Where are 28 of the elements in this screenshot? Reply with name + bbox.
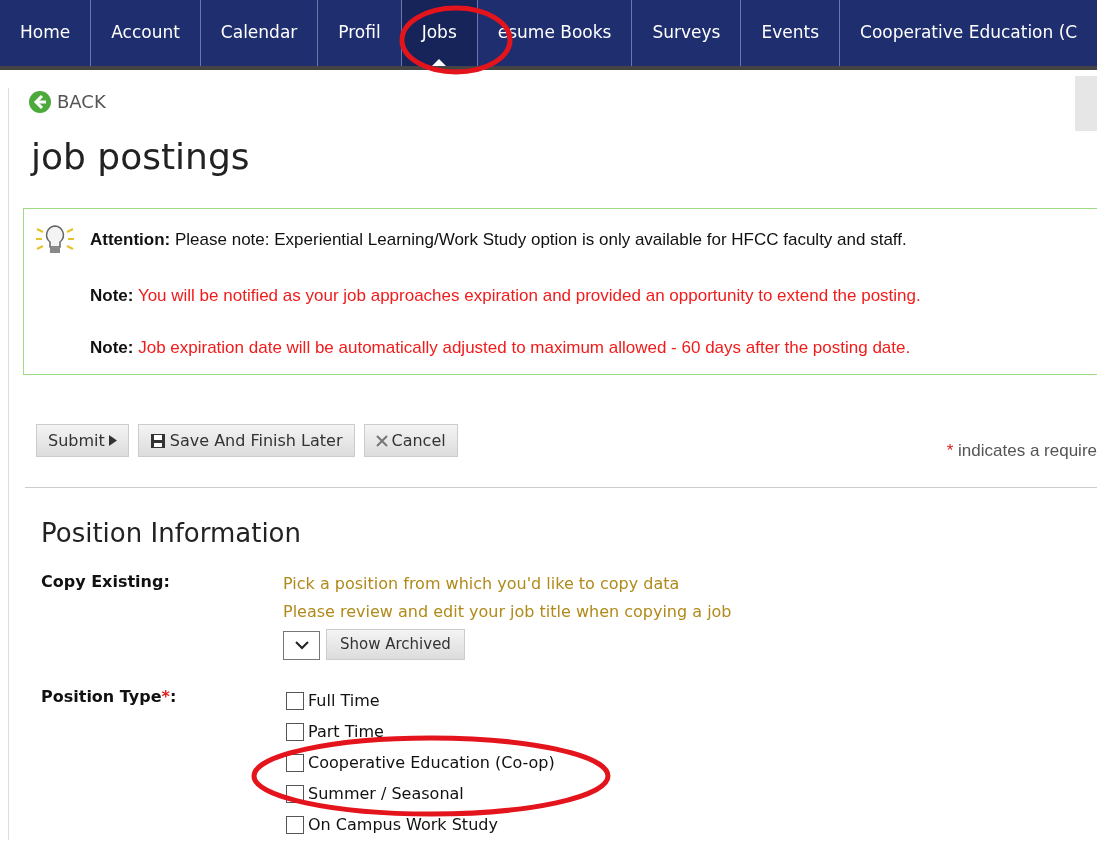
selected-tab-caret-icon xyxy=(431,59,448,66)
hint-text: Pick a position from which you'd like to copy data xyxy=(283,573,681,595)
field-label: Position Type*: xyxy=(41,686,178,708)
option-label: On Campus Work Study xyxy=(308,813,498,836)
option-label: Part Time xyxy=(308,720,384,743)
field-label: Copy Existing: xyxy=(41,571,171,593)
section-title: Position Information xyxy=(41,520,302,546)
option-label: Summer / Seasonal xyxy=(308,782,464,805)
back-link[interactable]: BACK xyxy=(29,88,106,115)
checkbox[interactable] xyxy=(286,815,304,834)
option-label: Full Time xyxy=(308,689,380,712)
action-button[interactable]: Submit xyxy=(36,424,129,457)
notice-text: Note: Job expiration date will be automatically adjusted to maximum allowed - 60 days after the posting date. xyxy=(90,336,911,359)
position-dropdown[interactable] xyxy=(283,631,320,660)
chevron-down-icon xyxy=(294,641,309,650)
notice-text: Note: You will be notified as your job approaches expiration and provided an opportunity to extend the posting. xyxy=(90,285,921,307)
page-title: job postings xyxy=(31,139,251,175)
play-icon xyxy=(108,435,117,446)
checkbox[interactable] xyxy=(286,722,304,741)
hint-text: Please review and edit your job title when copying a job xyxy=(283,601,732,623)
required-field-note: * indicates a require xyxy=(946,439,1097,462)
option-label: Cooperative Education (Co-op) xyxy=(308,751,555,774)
action-button[interactable]: Save And Finish Later xyxy=(137,424,355,457)
show-archived-button[interactable]: Show Archived xyxy=(326,629,465,660)
close-icon xyxy=(375,434,388,447)
checkbox[interactable] xyxy=(286,691,304,710)
notice-text: Attention: Please note: Experiential Learning/Work Study option is only available for HFCC faculty and staff. xyxy=(90,229,907,252)
action-button[interactable]: Cancel xyxy=(363,424,458,457)
